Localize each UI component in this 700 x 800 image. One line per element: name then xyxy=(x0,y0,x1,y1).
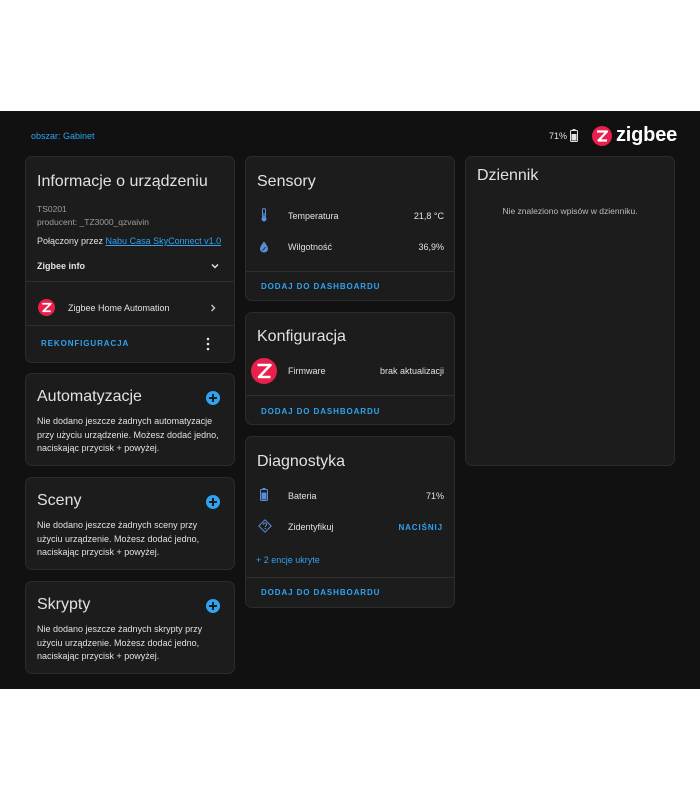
scripts-empty-text: Nie dodano jeszcze żadnych skrypty przy … xyxy=(37,624,203,661)
sensor-value: 36,9% xyxy=(418,242,444,252)
battery-value: 71% xyxy=(425,491,444,501)
zha-integration-icon xyxy=(38,299,55,316)
battery-icon xyxy=(260,488,268,501)
identify-icon xyxy=(258,519,272,533)
thermometer-icon xyxy=(261,208,267,222)
automations-card: Automatyzacje Nie dodano jeszcze żadnych… xyxy=(25,373,235,466)
reconfigure-button[interactable]: REKONFIGURACJA xyxy=(41,339,129,348)
area-breadcrumb[interactable]: obszar: Gabinet xyxy=(31,131,95,141)
divider xyxy=(26,325,234,326)
chevron-right-icon xyxy=(210,304,216,312)
sensor-value: 21,8 °C xyxy=(413,211,444,221)
automations-empty-text: Nie dodano jeszcze żadnych automatyzacje… xyxy=(37,416,219,453)
scenes-card: Sceny Nie dodano jeszcze żadnych sceny p… xyxy=(25,477,235,570)
scenes-empty-text: Nie dodano jeszcze żadnych sceny przy uż… xyxy=(37,520,200,557)
sensor-row-temperature[interactable]: Temperatura 21,8 °C xyxy=(246,202,454,230)
battery-label: Bateria xyxy=(288,491,317,501)
battery-row[interactable]: Bateria 71% xyxy=(246,482,454,510)
zigbee-logo: zigbee xyxy=(592,124,684,146)
app-window: obszar: Gabinet 71% zigbee Informacje o … xyxy=(0,111,700,689)
zigbee-info-toggle[interactable]: Zigbee info xyxy=(37,261,85,271)
integration-label: Zigbee Home Automation xyxy=(68,303,170,313)
configuration-title: Konfiguracja xyxy=(257,328,346,345)
connected-via-label: Połączony przez xyxy=(37,236,106,246)
add-script-button[interactable] xyxy=(206,599,220,613)
firmware-row[interactable]: Firmware brak aktualizacji xyxy=(246,357,454,385)
divider xyxy=(26,281,234,282)
add-to-dashboard-button[interactable]: DODAJ DO DASHBOARDU xyxy=(261,588,380,597)
firmware-value: brak aktualizacji xyxy=(379,366,444,376)
sensor-row-humidity[interactable]: Wilgotność 36,9% xyxy=(246,233,454,261)
sensor-label: Temperatura xyxy=(288,211,339,221)
top-bar: obszar: Gabinet 71% zigbee xyxy=(0,111,700,157)
connected-via: Połączony przez Nabu Casa SkyConnect v1.… xyxy=(37,236,221,246)
zigbee-logo-icon xyxy=(592,126,612,146)
hidden-entities-link[interactable]: + 2 encje ukryte xyxy=(256,555,320,565)
logbook-title: Dziennik xyxy=(477,167,539,184)
sensor-label: Wilgotność xyxy=(288,242,333,252)
battery-icon xyxy=(570,129,578,142)
more-vertical-icon[interactable] xyxy=(206,337,210,351)
firmware-update-icon xyxy=(251,358,277,384)
add-to-dashboard-button[interactable]: DODAJ DO DASHBOARDU xyxy=(261,407,380,416)
configuration-card: Konfiguracja Firmware brak aktualizacji … xyxy=(245,312,455,425)
identify-label: Zidentyfikuj xyxy=(288,522,334,532)
diagnostics-card: Diagnostyka Bateria 71% Zidentyfikuj NAC… xyxy=(245,436,455,608)
scripts-card: Skrypty Nie dodano jeszcze żadnych skryp… xyxy=(25,581,235,674)
divider xyxy=(246,577,454,578)
add-automation-button[interactable] xyxy=(206,391,220,405)
coordinator-link[interactable]: Nabu Casa SkyConnect v1.0 xyxy=(106,236,222,246)
scenes-title: Sceny xyxy=(37,492,82,509)
logbook-empty-text: Nie znaleziono wpisów w dzienniku. xyxy=(502,206,638,216)
battery-percentage: 71% xyxy=(549,131,568,141)
chevron-down-icon[interactable] xyxy=(210,261,220,271)
add-to-dashboard-button[interactable]: DODAJ DO DASHBOARDU xyxy=(261,282,380,291)
divider xyxy=(246,395,454,396)
diagnostics-title: Diagnostyka xyxy=(257,453,346,470)
firmware-label: Firmware xyxy=(288,366,326,376)
divider xyxy=(246,271,454,272)
identify-row: Zidentyfikuj NACIŚNIJ xyxy=(246,513,454,541)
sensors-title: Sensory xyxy=(257,173,316,190)
automations-title: Automatyzacje xyxy=(37,388,142,405)
water-percent-icon xyxy=(260,241,268,253)
integration-row[interactable]: Zigbee Home Automation xyxy=(26,288,234,318)
device-manufacturer: producent: _TZ3000_qzvaivin xyxy=(37,217,149,227)
scripts-title: Skrypty xyxy=(37,596,91,613)
sensors-card: Sensory Temperatura 21,8 °C Wilgotność 3… xyxy=(245,156,455,301)
identify-press-button[interactable]: NACIŚNIJ xyxy=(398,523,443,532)
logbook-card: Dziennik Nie znaleziono wpisów w dzienni… xyxy=(465,156,675,466)
device-info-card: Informacje o urządzeniu TS0201 producent… xyxy=(25,156,235,363)
device-model: TS0201 xyxy=(37,204,67,214)
zigbee-wordmark: zigbee xyxy=(616,124,678,146)
add-scene-button[interactable] xyxy=(206,495,220,509)
device-info-title: Informacje o urządzeniu xyxy=(37,173,208,190)
